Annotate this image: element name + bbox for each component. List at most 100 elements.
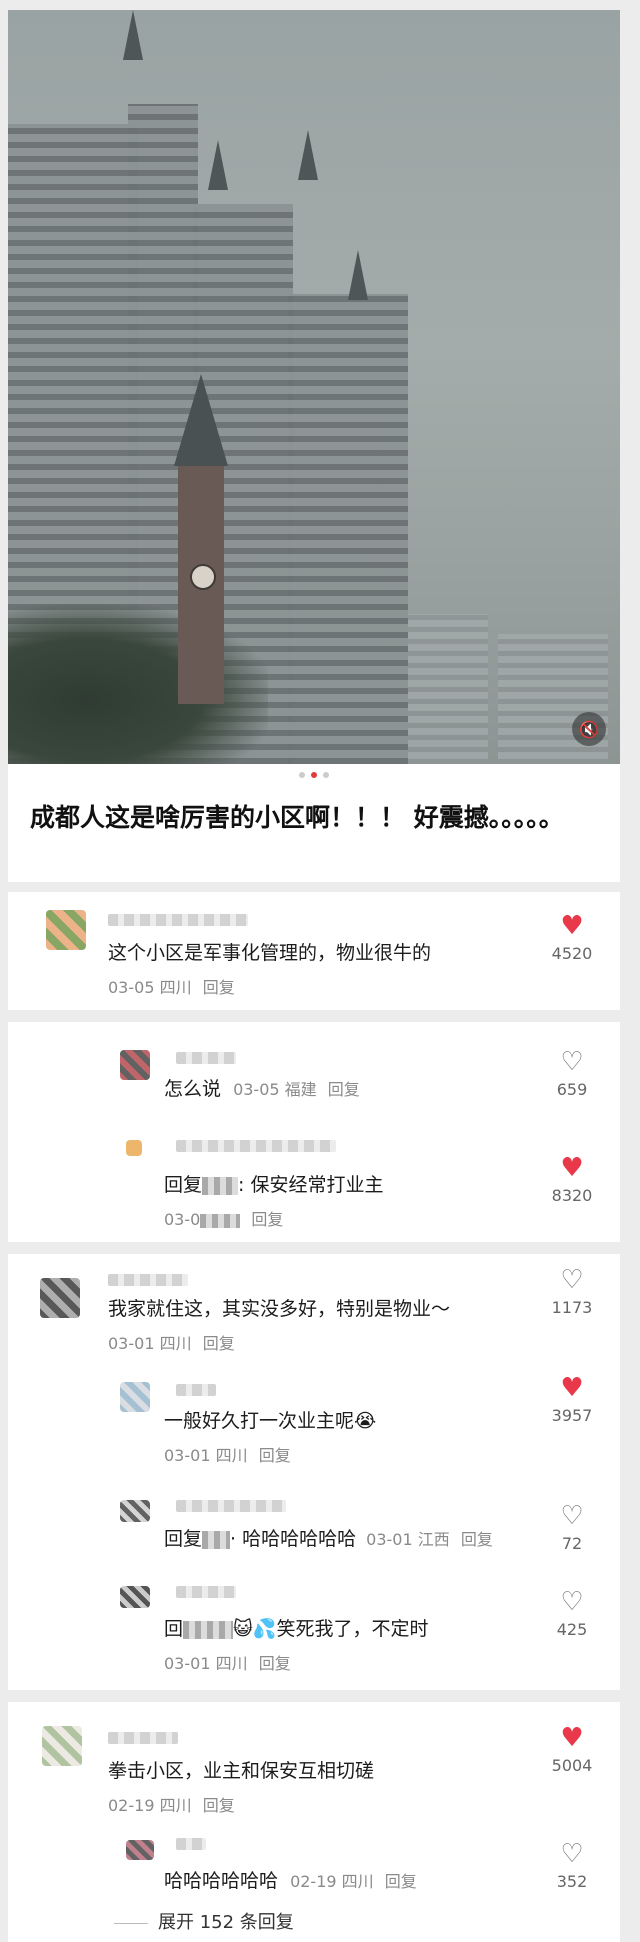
username-blurred[interactable]	[176, 1586, 236, 1598]
post-image[interactable]: 🔇	[8, 10, 620, 764]
comment-thread: 怎么说 03-05 福建 回复 ♡ 659 回复 : 保安经常打业主 03-0 回…	[8, 1022, 620, 1242]
comment-thread: 我家就住这，其实没多好，特别是物业～ 03-01 四川 回复 ♡ 1173 一般…	[8, 1254, 620, 1690]
reply-meta: 03-0 回复	[164, 1206, 283, 1230]
reply: 怎么说 03-05 福建 回复 ♡ 659	[8, 1022, 620, 1122]
reply-button[interactable]: 回复	[461, 1530, 493, 1549]
like-count: 3957	[551, 1406, 593, 1425]
reply-date: 03-01	[164, 1446, 211, 1465]
reply-prefix: 回复	[164, 1174, 203, 1196]
comment-location: 四川	[159, 978, 192, 997]
username-blurred[interactable]	[176, 1052, 236, 1064]
building-spire	[123, 10, 143, 60]
like-count: 425	[556, 1620, 588, 1639]
heart-empty-icon: ♡	[560, 1587, 584, 1617]
avatar[interactable]	[46, 910, 86, 950]
reply: 回复 : 保安经常打业主 03-0 回复 ♥ 8320	[8, 1122, 620, 1242]
reply-content: 哈哈哈哈哈哈	[164, 1870, 279, 1892]
username-blurred[interactable]	[176, 1838, 206, 1850]
username-blurred[interactable]	[176, 1500, 286, 1512]
reply-button[interactable]: 回复	[203, 1796, 235, 1815]
like-button[interactable]: ♡ 1173	[542, 1266, 602, 1317]
carousel-indicator	[8, 764, 620, 786]
comment-date: 03-01	[108, 1334, 155, 1353]
post-title-card: 成都人这是啥厉害的小区啊！！！ 好震撼。。。。。	[8, 786, 620, 882]
reply-button[interactable]: 回复	[251, 1210, 283, 1229]
reply-date: 03-01	[164, 1654, 211, 1673]
reply: 回 😺💦笑死我了，不定时 03-01 四川 回复 ♡ 425	[8, 1558, 620, 1688]
trees	[8, 604, 268, 764]
building-spire	[298, 130, 318, 180]
reply-meta: 02-19 四川 回复	[290, 1872, 417, 1891]
username-blurred[interactable]	[176, 1384, 216, 1396]
avatar[interactable]	[120, 1382, 150, 1412]
avatar[interactable]	[126, 1840, 154, 1860]
username-blurred[interactable]	[108, 1732, 178, 1744]
carousel-dot-active[interactable]	[311, 772, 317, 778]
comment-location: 四川	[159, 1796, 192, 1815]
reply-content: 怎么说	[164, 1078, 222, 1100]
like-count: 72	[561, 1534, 583, 1553]
avatar[interactable]	[120, 1050, 150, 1080]
reply-button[interactable]: 回复	[385, 1872, 417, 1891]
username-blurred[interactable]	[108, 1274, 188, 1286]
avatar[interactable]	[42, 1726, 82, 1766]
carousel-dot[interactable]	[299, 772, 305, 778]
reply: 回复 · 哈哈哈哈哈哈 03-01 江西 回复 ♡ 72	[8, 1474, 620, 1558]
like-button[interactable]: ♡ 659	[542, 1048, 602, 1099]
heart-filled-icon: ♥	[560, 911, 584, 941]
mention-blurred[interactable]	[202, 1530, 231, 1549]
avatar[interactable]	[126, 1140, 142, 1156]
reply-meta: 03-01 四川 回复	[164, 1442, 291, 1466]
mention-blurred[interactable]	[183, 1620, 234, 1639]
building	[288, 294, 408, 764]
reply-meta: 03-01 江西 回复	[366, 1530, 493, 1549]
like-button[interactable]: ♡ 425	[542, 1588, 602, 1639]
comment: 我家就住这，其实没多好，特别是物业～ 03-01 四川 回复 ♡ 1173	[8, 1254, 620, 1364]
like-button[interactable]: ♥ 3957	[542, 1374, 602, 1425]
heart-filled-icon: ♥	[560, 1153, 584, 1183]
reply-date: 02-19	[290, 1872, 337, 1891]
mute-icon[interactable]: 🔇	[572, 712, 606, 746]
reply-location: 江西	[417, 1530, 450, 1549]
reply: 一般好久打一次业主呢😭 03-01 四川 回复 ♥ 3957	[8, 1364, 620, 1474]
like-count: 659	[556, 1080, 588, 1099]
heart-empty-icon: ♡	[560, 1047, 584, 1077]
expand-replies-button[interactable]: 展开 152 条回复	[114, 1908, 294, 1934]
comment-thread: 这个小区是军事化管理的，物业很牛的 03-05 四川 回复 ♥ 4520	[8, 892, 620, 1010]
reply-prefix: 回复	[164, 1528, 203, 1550]
avatar[interactable]	[120, 1586, 150, 1608]
reply-button[interactable]: 回复	[203, 978, 235, 997]
like-count: 5004	[551, 1756, 593, 1775]
heart-empty-icon: ♡	[560, 1501, 584, 1531]
comment: 这个小区是军事化管理的，物业很牛的 03-05 四川 回复 ♥ 4520	[8, 892, 620, 1010]
comment-location: 四川	[159, 1334, 192, 1353]
like-button[interactable]: ♥ 8320	[542, 1154, 602, 1205]
username-blurred[interactable]	[176, 1140, 336, 1152]
comment-date: 02-19	[108, 1796, 155, 1815]
reply: 哈哈哈哈哈哈 02-19 四川 回复 ♡ 352	[8, 1814, 620, 1894]
like-button[interactable]: ♥ 4520	[542, 912, 602, 963]
reply-location: 四川	[341, 1872, 374, 1891]
mention-blurred[interactable]	[202, 1176, 239, 1195]
reply-text: 回复 : 保安经常打业主	[164, 1170, 383, 1197]
clock-face	[190, 564, 216, 590]
comment-text: 拳击小区，业主和保安互相切磋	[108, 1760, 375, 1782]
like-button[interactable]: ♡ 352	[542, 1840, 602, 1891]
post-title: 成都人这是啥厉害的小区啊！！！ 好震撼。。。。。	[30, 803, 564, 832]
like-button[interactable]: ♥ 5004	[542, 1724, 602, 1775]
heart-empty-icon: ♡	[560, 1265, 584, 1295]
avatar[interactable]	[40, 1278, 80, 1318]
reply-text: 回 😺💦笑死我了，不定时	[164, 1614, 428, 1641]
comment-thread: 拳击小区，业主和保安互相切磋 02-19 四川 回复 ♥ 5004 哈哈哈哈哈哈…	[8, 1702, 620, 1942]
username-blurred[interactable]	[108, 914, 248, 926]
reply-button[interactable]: 回复	[328, 1080, 360, 1099]
carousel-dot[interactable]	[323, 772, 329, 778]
reply-text: 怎么说 03-05 福建 回复	[164, 1074, 360, 1101]
reply-content: : 保安经常打业主	[238, 1174, 384, 1196]
reply-button[interactable]: 回复	[259, 1654, 291, 1673]
reply-button[interactable]: 回复	[259, 1446, 291, 1465]
like-button[interactable]: ♡ 72	[542, 1502, 602, 1553]
comment-date: 03-05	[108, 978, 155, 997]
avatar[interactable]	[120, 1500, 150, 1522]
reply-button[interactable]: 回复	[203, 1334, 235, 1353]
